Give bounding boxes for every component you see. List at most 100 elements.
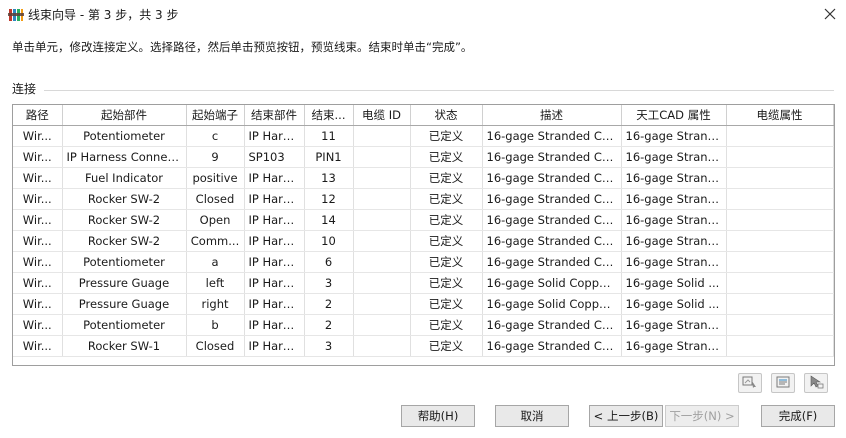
table-cell[interactable]: 16-gage Stranded Co... (482, 209, 622, 231)
table-cell[interactable]: IP Harn... (244, 125, 305, 147)
column-header[interactable]: 天工CAD 属性 (621, 105, 727, 126)
table-cell[interactable]: 10 (304, 230, 354, 252)
table-cell[interactable]: 16-gage Strand... (621, 167, 727, 189)
table-cell[interactable]: 3 (304, 335, 354, 357)
table-cell[interactable] (726, 209, 834, 231)
table-cell[interactable]: 16-gage Solid Coppe... (482, 293, 622, 315)
table-cell[interactable]: 已定义 (410, 293, 483, 315)
table-cell[interactable]: 16-gage Stranded Co... (482, 125, 622, 147)
finish-button[interactable]: 完成(F) (761, 405, 835, 427)
table-cell[interactable]: Pressure Guage (62, 293, 187, 315)
table-cell[interactable] (353, 314, 411, 336)
column-header[interactable]: 电缆属性 (726, 105, 834, 126)
table-cell[interactable]: IP Harn... (244, 272, 305, 294)
table-cell[interactable] (726, 293, 834, 315)
table-cell[interactable]: 16-gage Strand... (621, 335, 727, 357)
table-cell[interactable]: Wir... (13, 251, 63, 273)
table-cell[interactable]: 16-gage Strand... (621, 209, 727, 231)
table-cell[interactable] (726, 272, 834, 294)
table-row[interactable]: Wir... Pressure Guage left IP Harn... 3 已定义 16… (13, 272, 834, 294)
table-cell[interactable]: IP Harn... (244, 335, 305, 357)
table-cell[interactable]: IP Harn... (244, 209, 305, 231)
table-row[interactable]: Wir... Potentiometer b IP Harn... 2 已定义 16-gag… (13, 314, 834, 336)
table-cell[interactable]: IP Harn... (244, 314, 305, 336)
table-cell[interactable]: Rocker SW-2 (62, 230, 187, 252)
table-row[interactable]: Wir... Rocker SW-2 Comm... IP Harn... 10 已定义 1… (13, 230, 834, 252)
table-cell[interactable]: 3 (304, 272, 354, 294)
table-cell[interactable]: Pressure Guage (62, 272, 187, 294)
table-cell[interactable] (353, 188, 411, 210)
table-cell[interactable]: 已定义 (410, 188, 483, 210)
properties-list-button[interactable] (771, 373, 795, 393)
table-cell[interactable]: IP Harn... (244, 230, 305, 252)
connections-table[interactable]: 路径 起始部件 起始端子 结束部件 结束... 电缆 ID 状态 描述 天工CA… (12, 104, 835, 366)
table-cell[interactable]: Potentiometer (62, 314, 187, 336)
table-cell[interactable]: 16-gage Stranded Co... (482, 335, 622, 357)
table-cell[interactable]: Wir... (13, 167, 63, 189)
table-cell[interactable]: Open (186, 209, 245, 231)
table-cell[interactable]: 已定义 (410, 251, 483, 273)
table-cell[interactable]: 已定义 (410, 125, 483, 147)
table-cell[interactable]: IP Harness Connec... (62, 146, 187, 168)
table-cell[interactable] (726, 125, 834, 147)
table-row[interactable]: Wir... Rocker SW-2 Closed IP Harn... 12 已定义 16… (13, 188, 834, 210)
table-cell[interactable] (353, 272, 411, 294)
table-cell[interactable] (726, 251, 834, 273)
table-cell[interactable]: 已定义 (410, 230, 483, 252)
column-header[interactable]: 电缆 ID (353, 105, 411, 126)
table-cell[interactable]: 13 (304, 167, 354, 189)
table-cell[interactable] (353, 293, 411, 315)
table-cell[interactable] (353, 251, 411, 273)
table-cell[interactable]: 16-gage Stranded Co... (482, 251, 622, 273)
table-cell[interactable]: SP103 (244, 146, 305, 168)
table-cell[interactable]: Wir... (13, 230, 63, 252)
table-row[interactable]: Wir... Rocker SW-2 Open IP Harn... 14 已定义 16-g… (13, 209, 834, 231)
table-cell[interactable]: IP Harn... (244, 251, 305, 273)
table-cell[interactable]: Wir... (13, 314, 63, 336)
table-cell[interactable]: Rocker SW-2 (62, 209, 187, 231)
table-cell[interactable]: IP Harn... (244, 188, 305, 210)
table-cell[interactable]: 16-gage Stranded Co... (482, 230, 622, 252)
table-cell[interactable]: 9 (186, 146, 245, 168)
table-cell[interactable]: 16-gage Stranded Co... (482, 188, 622, 210)
table-cell[interactable]: IP Harn... (244, 167, 305, 189)
table-cell[interactable]: 已定义 (410, 272, 483, 294)
column-header[interactable]: 结束... (304, 105, 354, 126)
column-header[interactable]: 路径 (13, 105, 63, 126)
table-cell[interactable]: 已定义 (410, 314, 483, 336)
table-cell[interactable]: 已定义 (410, 146, 483, 168)
table-cell[interactable]: Wir... (13, 272, 63, 294)
table-cell[interactable] (726, 230, 834, 252)
table-cell[interactable]: Rocker SW-1 (62, 335, 187, 357)
table-cell[interactable]: IP Harn... (244, 293, 305, 315)
table-cell[interactable]: b (186, 314, 245, 336)
table-cell[interactable] (353, 209, 411, 231)
table-cell[interactable]: PIN1 (304, 146, 354, 168)
table-cell[interactable]: 16-gage Solid ... (621, 272, 727, 294)
table-cell[interactable]: 16-gage Strand... (621, 125, 727, 147)
table-cell[interactable]: Closed (186, 188, 245, 210)
table-cell[interactable]: a (186, 251, 245, 273)
next-button[interactable]: 下一步(N) > (665, 405, 739, 427)
table-cell[interactable] (726, 146, 834, 168)
table-cell[interactable]: 16-gage Stranded Co... (482, 146, 622, 168)
table-cell[interactable]: Wir... (13, 188, 63, 210)
table-cell[interactable] (726, 167, 834, 189)
table-cell[interactable]: 11 (304, 125, 354, 147)
table-cell[interactable]: c (186, 125, 245, 147)
table-row[interactable]: Wir... Rocker SW-1 Closed IP Harn... 3 已定义 16-… (13, 335, 834, 357)
table-cell[interactable]: 16-gage Solid ... (621, 293, 727, 315)
table-cell[interactable]: 16-gage Solid Coppe... (482, 272, 622, 294)
table-cell[interactable]: 已定义 (410, 209, 483, 231)
table-cell[interactable]: 16-gage Stranded Co... (482, 167, 622, 189)
table-row[interactable]: Wir... Pressure Guage right IP Harn... 2 已定义 1… (13, 293, 834, 315)
column-header[interactable]: 描述 (482, 105, 622, 126)
help-button[interactable]: 帮助(H) (401, 405, 475, 427)
table-cell[interactable]: Wir... (13, 209, 63, 231)
table-cell[interactable]: Comm... (186, 230, 245, 252)
table-cell[interactable] (726, 335, 834, 357)
table-cell[interactable]: left (186, 272, 245, 294)
table-cell[interactable]: 2 (304, 293, 354, 315)
table-cell[interactable]: Wir... (13, 293, 63, 315)
table-cell[interactable]: Wir... (13, 146, 63, 168)
